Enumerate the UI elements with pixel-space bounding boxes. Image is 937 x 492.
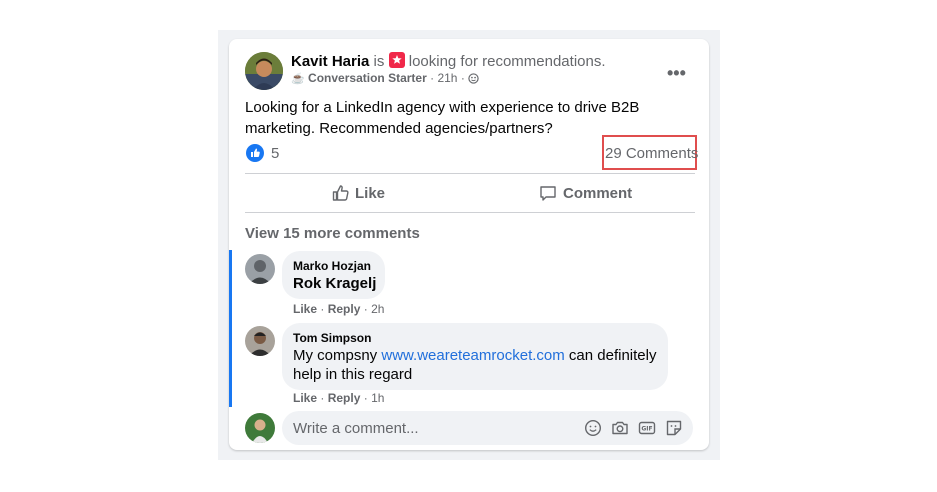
divider bbox=[245, 212, 695, 213]
comment-link[interactable]: www.weareteamrocket.com bbox=[381, 347, 564, 364]
commenter-avatar[interactable] bbox=[245, 326, 275, 356]
post-title-line: Kavit Haria is looking for recommendatio… bbox=[291, 52, 606, 70]
comment-text-line2: help in this regard bbox=[293, 366, 413, 383]
like-button[interactable]: Like bbox=[331, 182, 385, 204]
thumbs-up-icon bbox=[331, 183, 351, 203]
post-card: Kavit Haria is looking for recommendatio… bbox=[229, 39, 709, 450]
current-user-avatar[interactable] bbox=[245, 413, 275, 443]
comment-text-end: can definitely bbox=[564, 347, 657, 364]
post-meta: ☕ Conversation Starter · 21h · bbox=[291, 71, 479, 87]
comment-actions: Like · Reply · 2h bbox=[293, 302, 384, 316]
sticker-icon[interactable] bbox=[664, 418, 684, 438]
meta-dot: · bbox=[460, 71, 465, 85]
activity-text: looking for recommendations. bbox=[408, 53, 606, 70]
svg-text:GIF: GIF bbox=[641, 426, 652, 433]
recommendation-icon bbox=[388, 52, 405, 68]
post-body: Looking for a LinkedIn agency with exper… bbox=[245, 99, 640, 137]
view-more-comments-link[interactable]: View 15 more comments bbox=[245, 225, 420, 242]
comment-label: Comment bbox=[563, 184, 633, 202]
comment-text-start: My compsny bbox=[293, 347, 382, 364]
comment-like-link[interactable]: Like bbox=[293, 302, 317, 316]
comment-button[interactable]: Comment bbox=[538, 182, 632, 204]
comments-count[interactable]: 29 Comments bbox=[605, 145, 698, 162]
like-label: Like bbox=[355, 184, 386, 202]
action-dot: · bbox=[363, 302, 368, 316]
comment-text: My compsny www.weareteamrocket.com can d… bbox=[293, 346, 657, 384]
comment-reply-link[interactable]: Reply bbox=[328, 302, 361, 316]
reactions-count[interactable]: 5 bbox=[271, 145, 279, 162]
meta-dot: · bbox=[430, 71, 435, 85]
comment-like-link[interactable]: Like bbox=[293, 391, 317, 405]
divider bbox=[245, 173, 695, 174]
action-dot: · bbox=[363, 391, 368, 405]
emoji-icon[interactable] bbox=[583, 418, 603, 438]
comment-author[interactable]: Marko Hozjan bbox=[293, 259, 371, 273]
camera-icon[interactable] bbox=[610, 418, 630, 438]
comment-time[interactable]: 2h bbox=[371, 302, 384, 316]
comment-author[interactable]: Tom Simpson bbox=[293, 331, 371, 345]
comment-input[interactable]: Write a comment... GIF bbox=[282, 411, 693, 445]
badge-label[interactable]: Conversation Starter bbox=[308, 71, 427, 85]
globe-icon bbox=[468, 73, 479, 87]
action-dot: · bbox=[320, 391, 325, 405]
action-dot: · bbox=[320, 302, 325, 316]
post-time[interactable]: 21h bbox=[437, 71, 457, 85]
composer-icons: GIF bbox=[583, 418, 684, 438]
comment-thread-line bbox=[229, 250, 232, 407]
comment-actions: Like · Reply · 1h bbox=[293, 391, 384, 405]
author-avatar[interactable] bbox=[245, 52, 283, 90]
commenter-avatar[interactable] bbox=[245, 254, 275, 284]
is-text: is bbox=[373, 53, 385, 70]
gif-icon[interactable]: GIF bbox=[637, 418, 657, 438]
more-options-icon[interactable]: ••• bbox=[667, 63, 686, 84]
comment-text: Rok Kragelj bbox=[293, 275, 377, 292]
comment-reply-link[interactable]: Reply bbox=[328, 391, 361, 405]
comment-input-placeholder: Write a comment... bbox=[293, 420, 419, 437]
comment-time[interactable]: 1h bbox=[371, 391, 384, 405]
like-reaction-icon[interactable] bbox=[246, 144, 264, 162]
coffee-icon: ☕ bbox=[291, 73, 305, 85]
comment-bubble: Marko Hozjan Rok Kragelj bbox=[282, 251, 385, 299]
author-name[interactable]: Kavit Haria bbox=[291, 53, 369, 70]
comment-icon bbox=[538, 183, 558, 203]
comment-bubble: Tom Simpson My compsny www.weareteamrock… bbox=[282, 323, 668, 390]
